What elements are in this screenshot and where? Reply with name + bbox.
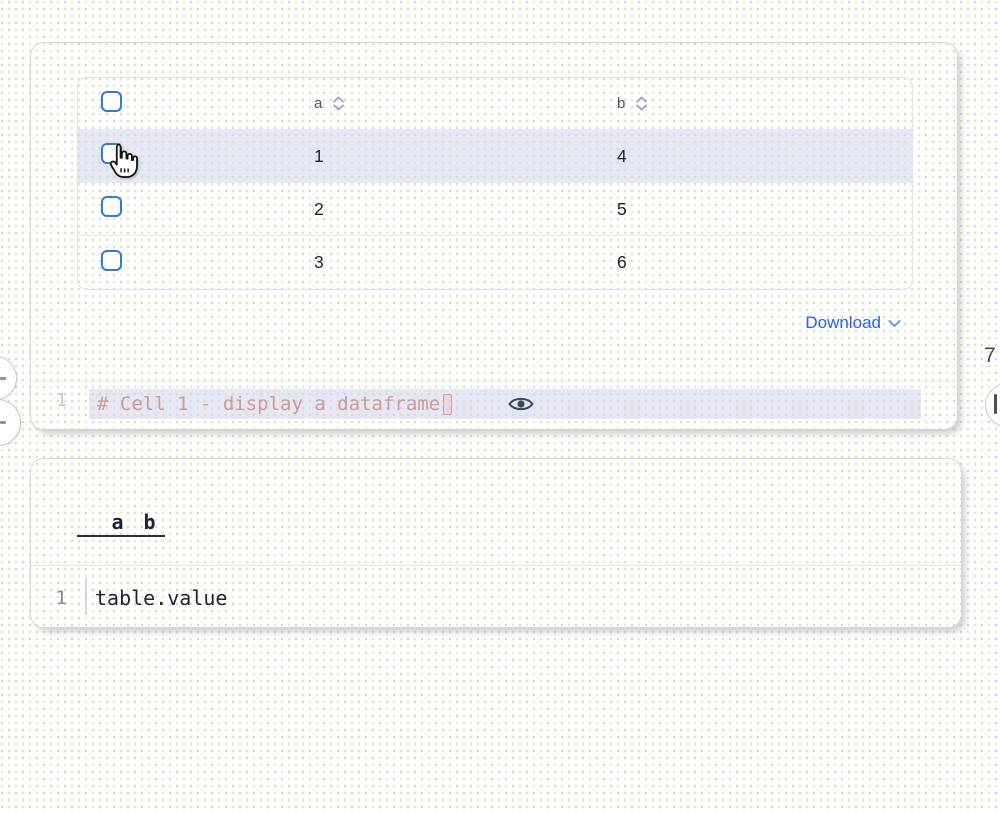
table-cell-b: 5	[617, 199, 912, 220]
notebook-cell-table-value: a b 1 table.value	[30, 458, 962, 628]
table-cell-b: 6	[617, 252, 912, 273]
table-cell-a: 1	[314, 146, 617, 167]
sort-icon[interactable]	[332, 96, 345, 111]
select-row-checkbox[interactable]	[101, 196, 122, 217]
column-header-a[interactable]: a	[314, 95, 617, 112]
column-label: b	[617, 95, 625, 112]
dataframe-table: a b	[77, 77, 913, 290]
select-all-checkbox[interactable]	[101, 91, 122, 112]
output-index-spacer	[77, 507, 101, 531]
sort-icon[interactable]	[635, 96, 648, 111]
eye-icon[interactable]	[506, 393, 536, 420]
output-code-divider	[31, 565, 961, 566]
line-number: 1	[45, 584, 67, 612]
table-row[interactable]: 3 6	[78, 236, 912, 289]
table-cell-a: 3	[314, 252, 617, 273]
column-header-b[interactable]: b	[617, 95, 912, 112]
output-dataframe: a b	[77, 507, 165, 537]
action-icon	[0, 377, 6, 380]
code-editor-line[interactable]: table.value	[95, 584, 227, 612]
column-label: a	[314, 95, 322, 112]
output-column-b: b	[134, 507, 165, 531]
action-icon	[0, 421, 6, 424]
notebook-cell-dataframe: a b	[30, 42, 958, 430]
hidden-code-strip[interactable]: # Cell 1 - display a dataframe	[89, 389, 921, 419]
table-row[interactable]: 2 5	[78, 183, 912, 236]
line-number: 1	[45, 390, 67, 411]
select-cell	[78, 250, 314, 276]
cell-runtime-label: 7	[984, 344, 996, 368]
select-cell	[78, 196, 314, 222]
code-comment-text: # Cell 1 - display a dataframe	[97, 389, 440, 419]
download-label: Download	[805, 313, 881, 333]
text-caret	[443, 394, 452, 415]
select-all-cell	[78, 91, 314, 117]
run-icon	[994, 394, 997, 414]
output-column-a: a	[101, 507, 134, 531]
download-button[interactable]: Download	[805, 313, 901, 333]
run-cell-button[interactable]	[985, 383, 1000, 427]
chevron-down-icon	[888, 319, 901, 328]
table-row[interactable]: 1 4	[78, 130, 912, 183]
table-header-row: a b	[78, 78, 912, 130]
table-cell-b: 4	[617, 146, 912, 167]
gutter-rule	[85, 578, 87, 615]
cursor-hand-icon	[104, 142, 140, 185]
table-cell-a: 2	[314, 199, 617, 220]
code-area-divider	[31, 381, 957, 382]
output-header-row: a b	[77, 507, 165, 537]
select-row-checkbox[interactable]	[101, 250, 122, 271]
